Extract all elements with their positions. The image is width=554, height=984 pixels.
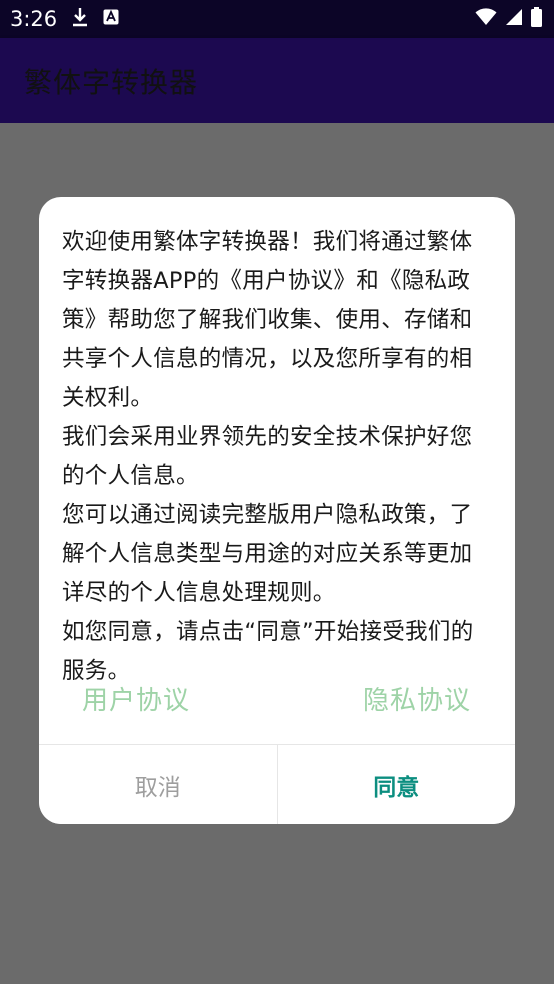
dialog-message: 欢迎使用繁体字转换器！我们将通过繁体字转换器APP的《用户协议》和《隐私政策》帮… bbox=[62, 229, 474, 684]
dialog-button-row: 取消 同意 bbox=[39, 744, 515, 824]
a-box-icon bbox=[103, 9, 119, 29]
user-agreement-link[interactable]: 用户协议 bbox=[82, 680, 190, 717]
signal-icon bbox=[505, 8, 523, 30]
agree-button[interactable]: 同意 bbox=[277, 745, 515, 824]
app-bar: 繁体字转换器 bbox=[0, 38, 554, 123]
cancel-button[interactable]: 取消 bbox=[39, 745, 278, 824]
agreement-links: 用户协议 隐私协议 bbox=[39, 680, 515, 726]
privacy-dialog: 欢迎使用繁体字转换器！我们将通过繁体字转换器APP的《用户协议》和《隐私政策》帮… bbox=[39, 197, 515, 824]
battery-icon bbox=[531, 7, 542, 31]
wifi-icon bbox=[475, 8, 497, 30]
download-icon bbox=[71, 7, 89, 31]
status-right-icons bbox=[475, 7, 542, 31]
app-title: 繁体字转换器 bbox=[24, 65, 199, 99]
status-time: 3:26 bbox=[10, 7, 58, 31]
status-bar: 3:26 bbox=[0, 0, 554, 38]
privacy-policy-link[interactable]: 隐私协议 bbox=[363, 680, 471, 717]
